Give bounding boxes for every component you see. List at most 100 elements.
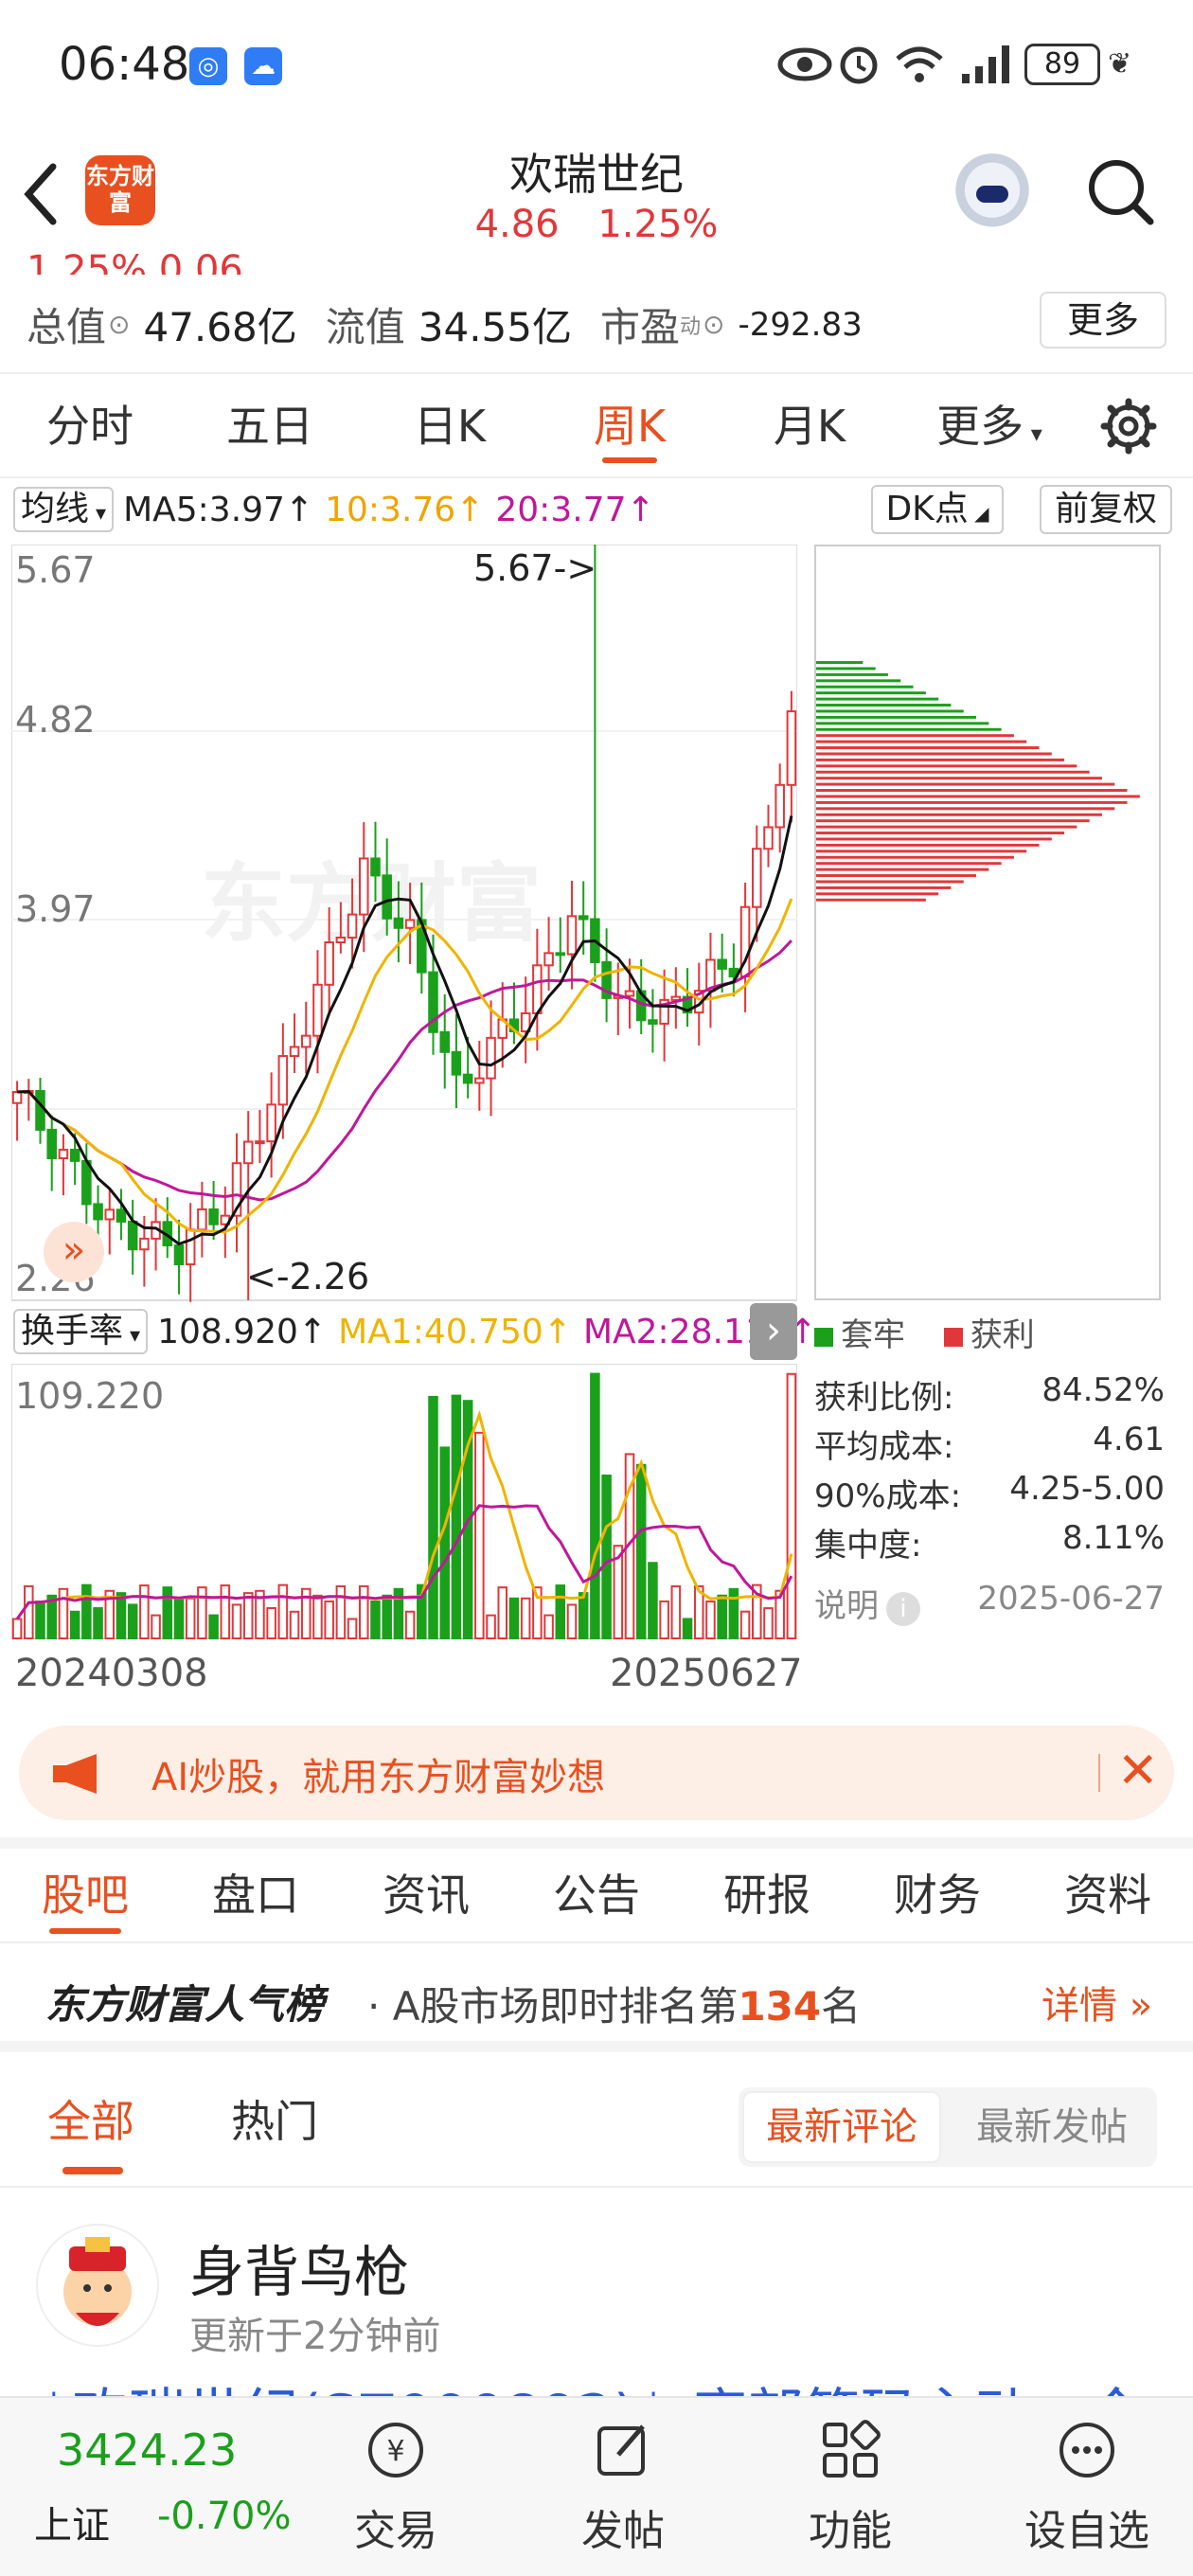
index-name[interactable]: 上证: [34, 2495, 110, 2549]
chevron-right-icon[interactable]: ›: [750, 1303, 797, 1360]
candle-body: [786, 710, 797, 786]
tab-daily-k[interactable]: 日K: [360, 374, 540, 476]
tab-handicap[interactable]: 盘口: [170, 1849, 341, 1941]
chip-bar: [816, 868, 989, 871]
ma-legend: 均线 ▾ MA5:3.97↑ 10:3.76↑ 20:3.77↑: [13, 485, 655, 534]
sort-latest-comment[interactable]: 最新评论: [742, 2091, 941, 2163]
tab-more[interactable]: 更多 ▾: [899, 374, 1079, 476]
sort-latest-post[interactable]: 最新发帖: [953, 2091, 1151, 2163]
candle-body: [752, 848, 762, 908]
post-filter: 全部 热门 最新评论 最新发帖: [0, 2065, 1193, 2188]
nav-add-watchlist[interactable]: 设自选: [1002, 2417, 1172, 2557]
date-end: 20250627: [610, 1652, 803, 1695]
nav-trade[interactable]: ¥ 交易: [320, 2417, 472, 2557]
avatar[interactable]: [36, 2224, 159, 2347]
ma20-value: 20:3.77↑: [495, 490, 655, 529]
info-icon[interactable]: i: [886, 1592, 920, 1626]
tab-monthly-k[interactable]: 月K: [720, 374, 899, 476]
search-icon[interactable]: [1084, 155, 1156, 227]
browser-icon: ◎: [189, 47, 227, 85]
chip-bar: [816, 837, 1052, 841]
chip-note: 说明 i 2025-06-27: [814, 1580, 1165, 1626]
tab-news[interactable]: 资讯: [341, 1849, 511, 1941]
chip-bar: [816, 722, 989, 725]
turnover-bar: [58, 1587, 69, 1640]
turnover-bar: [185, 1597, 196, 1639]
turnover-bar: [739, 1610, 751, 1640]
turnover-bar: [220, 1584, 231, 1639]
turnover-bar: [81, 1583, 92, 1640]
tab-five-day[interactable]: 五日: [180, 374, 360, 476]
volume-indicator-dropdown[interactable]: 换手率 ▾: [13, 1309, 149, 1354]
low-label: <-2.26: [246, 1256, 370, 1297]
post-author[interactable]: 身背鸟枪: [189, 2227, 409, 2307]
filter-all[interactable]: 全部: [47, 2087, 134, 2150]
chip-bar: [816, 789, 1128, 793]
rank-details-link[interactable]: 详情 »: [1042, 1975, 1152, 2030]
megaphone-icon: [53, 1754, 97, 1794]
tab-forum[interactable]: 股吧: [0, 1849, 170, 1941]
alarm-icon: [840, 46, 878, 84]
chip-bar: [816, 892, 939, 896]
turnover-bar: [763, 1607, 774, 1640]
rank-suffix: 名: [821, 1983, 862, 2030]
turnover-bar: [508, 1597, 520, 1640]
chip-label: 获利比例:: [814, 1379, 954, 1417]
ai-banner-text: AI炒股，就用东方财富妙想: [151, 1756, 606, 1799]
turnover-bar: [382, 1594, 392, 1639]
chip-bar: [816, 661, 864, 665]
tab-profile[interactable]: 资料: [1023, 1849, 1193, 1941]
chip-bar: [816, 715, 977, 719]
tab-intraday[interactable]: 分时: [0, 374, 180, 476]
tab-research[interactable]: 研报: [682, 1849, 852, 1941]
turnover-bar: [162, 1586, 173, 1639]
tab-finance[interactable]: 财务: [852, 1849, 1023, 1941]
turnover-bar: [486, 1614, 496, 1639]
red-square-icon: [943, 1327, 963, 1347]
chip-bar: [816, 795, 1140, 798]
turnover-bar: [324, 1600, 334, 1639]
candle-body: [93, 1203, 103, 1221]
ai-banner[interactable]: AI炒股，就用东方财富妙想 ✕: [19, 1726, 1174, 1820]
candle-body: [404, 919, 416, 929]
turnover-bar: [670, 1584, 682, 1639]
forward-adjust-button[interactable]: 前复权: [1040, 485, 1172, 534]
kline-chart[interactable]: 东方财富: [11, 545, 797, 1302]
turnover-bar: [197, 1586, 207, 1639]
chip-bar: [816, 672, 888, 676]
turnover-bar: [116, 1592, 127, 1639]
turnover-bar: [439, 1446, 450, 1640]
candle-body: [775, 783, 785, 829]
turnover-bar: [590, 1372, 600, 1640]
close-icon[interactable]: ✕: [1117, 1743, 1159, 1799]
candle-body: [439, 1030, 450, 1053]
price-axis-mid2: 3.97: [15, 888, 96, 930]
gear-icon[interactable]: [1098, 396, 1159, 456]
filter-hot[interactable]: 热门: [231, 2087, 318, 2150]
volume-indicator-label: 换手率: [21, 1312, 124, 1351]
dk-point-button[interactable]: DK点 ◢: [871, 485, 1004, 534]
turnover-bar: [404, 1610, 416, 1639]
turnover-bar: [208, 1614, 219, 1640]
active-indicator: [62, 2167, 123, 2174]
indicator-dropdown[interactable]: 均线 ▾: [13, 487, 115, 532]
more-button[interactable]: 更多: [1040, 292, 1166, 349]
index-value[interactable]: 3424.23: [57, 2424, 237, 2476]
popularity-rank[interactable]: 东方财富人气榜 · A股市场即时排名第134名 详情 »: [0, 1946, 1193, 2052]
tab-announcements[interactable]: 公告: [511, 1849, 682, 1941]
candle-body: [324, 941, 334, 986]
nav-functions[interactable]: 功能: [775, 2417, 926, 2557]
info-icon: ⊙: [108, 309, 131, 340]
post-card[interactable]: 身背鸟枪 更新于2分钟前 $欢瑞世纪(SZ000892)$ 底部筹码主动，今: [0, 2190, 1193, 2407]
double-chevron-right-icon: »: [1117, 1984, 1153, 2028]
tab-weekly-k[interactable]: 周K: [540, 374, 720, 476]
volume-axis-top: 109.220: [15, 1375, 165, 1417]
expand-arrows-icon[interactable]: »: [44, 1222, 104, 1282]
turnover-bar: [659, 1600, 669, 1639]
leaf-icon: ❦: [1108, 47, 1132, 80]
index-change: -0.70%: [157, 2495, 292, 2538]
ai-assistant-avatar[interactable]: [952, 153, 1033, 235]
turnover-bar: [266, 1607, 276, 1640]
chip-bar: [816, 709, 964, 713]
nav-post[interactable]: 发帖: [547, 2417, 699, 2557]
